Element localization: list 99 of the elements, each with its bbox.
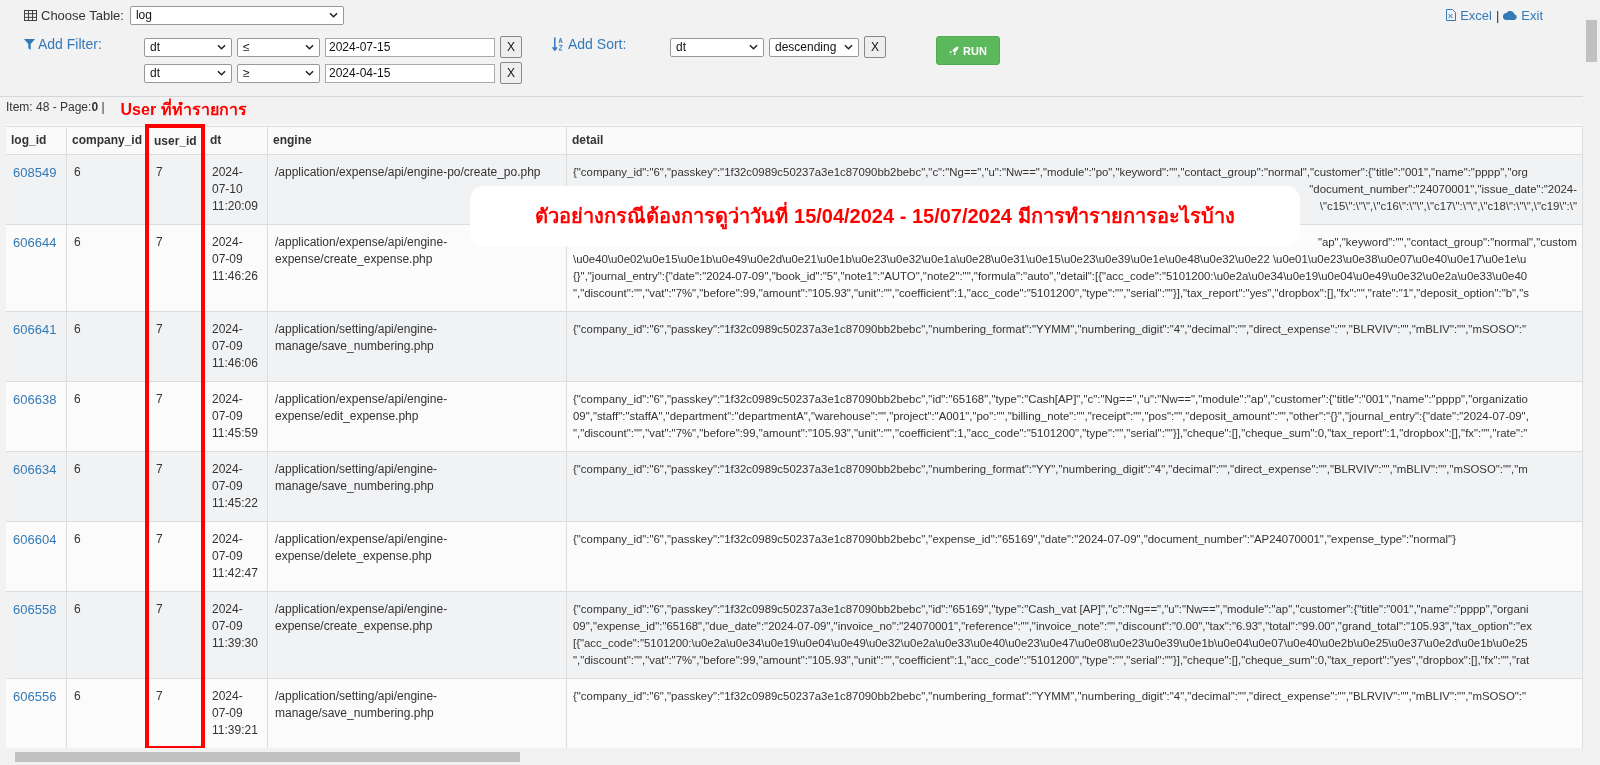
table-cell: 2024-07-09 11:45:22 [212, 462, 258, 510]
detail-text: ","discount":"","vat":"7%","before":99,"amount":"105.93","unit":"","coefficient":1,"acc_code":"5101200","type":"","serial":""}],"cheque":[],"cheque_sum":0,"tax_report":"yes","dropbox":[],"fx":"","rat [573, 654, 1530, 666]
table-cell: 6 [74, 689, 81, 703]
detail-text: ","discount":"","vat":"7%","before":99,"amount":"105.93","unit":"","coefficient":1,"acc_code":"5101200","type":"","serial":""}],"cheque":[],"cheque_sum":0,"tax_report":1,"dropbox":[],"fx":"","rate":" [573, 427, 1528, 439]
caret-icon [328, 12, 338, 18]
log-id-link[interactable]: 606558 [13, 602, 57, 617]
log-id-link[interactable]: 608549 [13, 165, 57, 180]
sort-icon [552, 36, 565, 52]
detail-text: "ap","keyword":"","contact_group":"normal","custom [1317, 236, 1577, 248]
cloud-icon [1503, 10, 1518, 20]
table-icon [24, 9, 37, 21]
caret-icon [305, 44, 314, 50]
column-header: detail [566, 126, 1583, 155]
table-cell: /application/expense/api/engine-po/create_po.php [275, 165, 541, 179]
table-cell: 2024-07-09 11:42:47 [212, 532, 258, 580]
table-cell: 7 [156, 322, 163, 336]
caret-icon [305, 70, 314, 76]
detail-text: {"company_id":"6","passkey":"1f32c0989c50237a3e1c87090bb2bebc","numbering_format":"YYMM","numbering_digit":"4","decimal":"","direct_expense":"","BLRVIV":"","mBLIV":"","mSOSO":" [573, 323, 1527, 335]
detail-text: {}","journal_entry":{"date":"2024-07-09","book_id":"5","note1":"AUTO","note2":"","formula":"auto","detail":[{"acc_code":"5101200:\u0e2a\u0e34\u0e19\u0e04\u0e49\u0e32\u0e2a\u0e33\u0e40 [573, 270, 1528, 282]
column-header: log_id [6, 126, 67, 155]
spreadsheet-file-icon [1446, 9, 1457, 21]
table-cell: 2024-07-09 11:46:06 [212, 322, 258, 370]
table-cell: 6 [74, 322, 81, 336]
log-id-link[interactable]: 606634 [13, 462, 57, 477]
table-cell: /application/setting/api/engine-manage/save_numbering.php [275, 322, 438, 353]
item-count: Item: 48 - Page:0 | [6, 100, 105, 114]
table-cell: 6 [74, 235, 81, 249]
annotation-label: User ที่ทำรายการ [120, 97, 247, 122]
table-cell: 7 [156, 602, 163, 616]
table-cell: 6 [74, 165, 81, 179]
table-cell: 6 [74, 392, 81, 406]
table-cell: 7 [156, 235, 163, 249]
table-cell: 7 [156, 392, 163, 406]
table-cell: 6 [74, 462, 81, 476]
log-id-link[interactable]: 606641 [13, 322, 57, 337]
table-cell: 7 [156, 462, 163, 476]
value-field[interactable]: 2024-04-15 [325, 63, 495, 83]
separator: | [1495, 7, 1500, 23]
detail-text: 09","expense_id":"65168","due_date":"2024-07-09","invoice_no":"24070001","reference":"","invoice_note":"","discount":"0.00","tax":"6.93","total":"99.00","grand_total":"105.93","tax_option":"ex [573, 620, 1533, 632]
table-cell: /application/expense/api/engine-expense/edit_expense.php [275, 392, 448, 423]
log-id-link[interactable]: 606556 [13, 689, 57, 704]
table-cell: 7 [156, 689, 163, 703]
column-header: user_id [147, 126, 203, 155]
detail-text: ","discount":"","vat":"7%","before":99,"amount":"105.93","unit":"","coefficient":1,"acc_code":"5101200","type":"","serial":""}],"tax_report":"yes","dropbox":[],"fx":"","rate":"1","deposit_option":"b","s [573, 287, 1529, 299]
detail-text: {"company_id":"6","passkey":"1f32c0989c50237a3e1c87090bb2bebc","id":"65168","type":"Cash[AP]","c":"Ng==","u":"Nw==","module":"ap","customer":{"title":"001","name":"pppp","organizatio [573, 393, 1528, 405]
table-cell: /application/expense/api/engine-expense/delete_expense.php [275, 532, 448, 563]
detail-text: "document_number":"24070001","issue_date":"2024- [1309, 183, 1577, 195]
operator-select[interactable]: ≥ [237, 63, 320, 83]
column-header: engine [267, 126, 567, 155]
table-cell: /application/setting/api/engine-manage/save_numbering.php [275, 689, 438, 720]
value-field[interactable]: 2024-07-15 [325, 37, 495, 57]
caret-icon [217, 70, 226, 76]
filter-icon [24, 38, 35, 50]
table-cell: 6 [74, 532, 81, 546]
column-header: dt [203, 126, 268, 155]
detail-text: {"company_id":"6","passkey":"1f32c0989c50237a3e1c87090bb2bebc","expense_id":"65169","date":"2024-07-09","document_number":"AP24070001","expense_type":"normal"} [573, 533, 1456, 545]
run-button[interactable]: RUN [936, 36, 1000, 65]
log-id-link[interactable]: 606644 [13, 235, 57, 250]
detail-text: {"company_id":"6","passkey":"1f32c0989c50237a3e1c87090bb2bebc","numbering_format":"YY","numbering_digit":"4","decimal":"","direct_expense":"","BLRVIV":"","mBLIV":"","mSOSO":"","m [573, 463, 1528, 475]
callout: ตัวอย่างกรณีต้องการดูว่าวันที่ 15/04/2024 - 15/07/2024 มีการทำรายการอะไรบ้าง [470, 186, 1300, 246]
detail-text: [{"acc_code":"5101200:\u0e2a\u0e34\u0e19\u0e04\u0e49\u0e32\u0e2a\u0e33\u0e40\u0e23\u0e47\u0e08\u0e23\u0e39\u0e1b\u0e04\u0e07\u0e40\u0e2b\u0e25\u0e37\u0e2d\u0e1b\u0e25 [573, 637, 1528, 649]
table-cell: 7 [156, 165, 163, 179]
remove-filter-button[interactable]: X [500, 36, 522, 58]
rocket-icon [949, 45, 959, 56]
log-id-link[interactable]: 606638 [13, 392, 57, 407]
excel-link[interactable]: Excel [1460, 7, 1492, 23]
exit-link[interactable]: Exit [1521, 7, 1543, 23]
table-cell: 7 [156, 532, 163, 546]
table-cell: 6 [74, 602, 81, 616]
add-filter-label[interactable]: Add Filter: [38, 36, 102, 52]
column-header: company_id [66, 126, 147, 155]
detail-text: {"company_id":"6","passkey":"1f32c0989c50237a3e1c87090bb2bebc","numbering_format":"YYMM","numbering_digit":"4","decimal":"","direct_expense":"","BLRVIV":"","mBLIV":"","mSOSO":" [573, 690, 1527, 702]
operator-select[interactable]: ≤ [237, 37, 320, 57]
field-select[interactable]: dt [144, 63, 232, 83]
table-cell: 2024-07-10 11:20:09 [212, 165, 258, 213]
table-cell: 2024-07-09 11:45:59 [212, 392, 258, 440]
detail-text: {"company_id":"6","passkey":"1f32c0989c50237a3e1c87090bb2bebc","id":"65169","type":"Cash_vat [AP]","c":"Ng==","u":"Nw==","module":"ap","customer":{"title":"001","name":"pppp","organi [573, 603, 1529, 615]
detail-text: 09","staff":"staffA","department":"departmentA","warehouse":"","project":"A001","po":"","billing_note":"","receipt":"","pos":"","deposit_amount":"","other":"{}","journal_entry":{"date":"2024-07-09", [573, 410, 1529, 422]
table-cell: /application/setting/api/engine-manage/save_numbering.php [275, 462, 438, 493]
detail-text: \"c15\":\"\",\"c16\":\"\",\"c17\":\"\",\"c18\":\"\",\"c19\":\" [1319, 200, 1577, 212]
table-cell: 2024-07-09 11:39:30 [212, 602, 258, 650]
table-cell: /application/expense/api/engine-expense/create_expense.php [275, 235, 448, 266]
caret-icon [844, 44, 853, 50]
remove-sort-button[interactable]: X [864, 36, 886, 58]
caret-icon [217, 44, 226, 50]
choose-table-label: Choose Table: [41, 7, 124, 23]
sort-direction-select[interactable]: descending [769, 37, 859, 57]
table-cell: 2024-07-09 11:46:26 [212, 235, 258, 283]
table-cell: /application/expense/api/engine-expense/create_expense.php [275, 602, 448, 633]
table-select[interactable]: log [129, 5, 344, 25]
detail-text: \u0e40\u0e02\u0e15\u0e1b\u0e49\u0e2d\u0e21\u0e1b\u0e23\u0e32\u0e1a\u0e28\u0e31\u0e15\u0e23\u0e39\u0e1e\u0e48\u0e32\u0e22 \u0e01\u0e23\u0e38\u0e07\u0e40\u0e17\u0e1e\u [573, 253, 1527, 265]
detail-text: {"company_id":"6","passkey":"1f32c0989c50237a3e1c87090bb2bebc","c":"Ng==","u":"Nw==","module":"po","keyword":"","contact_group":"normal","customer":{"title":"001","name":"pppp","org [573, 166, 1528, 178]
field-select[interactable]: dt [144, 37, 232, 57]
log-id-link[interactable]: 606604 [13, 532, 57, 547]
caret-icon [749, 44, 758, 50]
table-cell: 2024-07-09 11:39:21 [212, 689, 258, 737]
sort-field-select[interactable]: dt [670, 37, 764, 57]
remove-filter-button[interactable]: X [500, 62, 522, 84]
add-sort-label[interactable]: Add Sort: [568, 36, 627, 52]
